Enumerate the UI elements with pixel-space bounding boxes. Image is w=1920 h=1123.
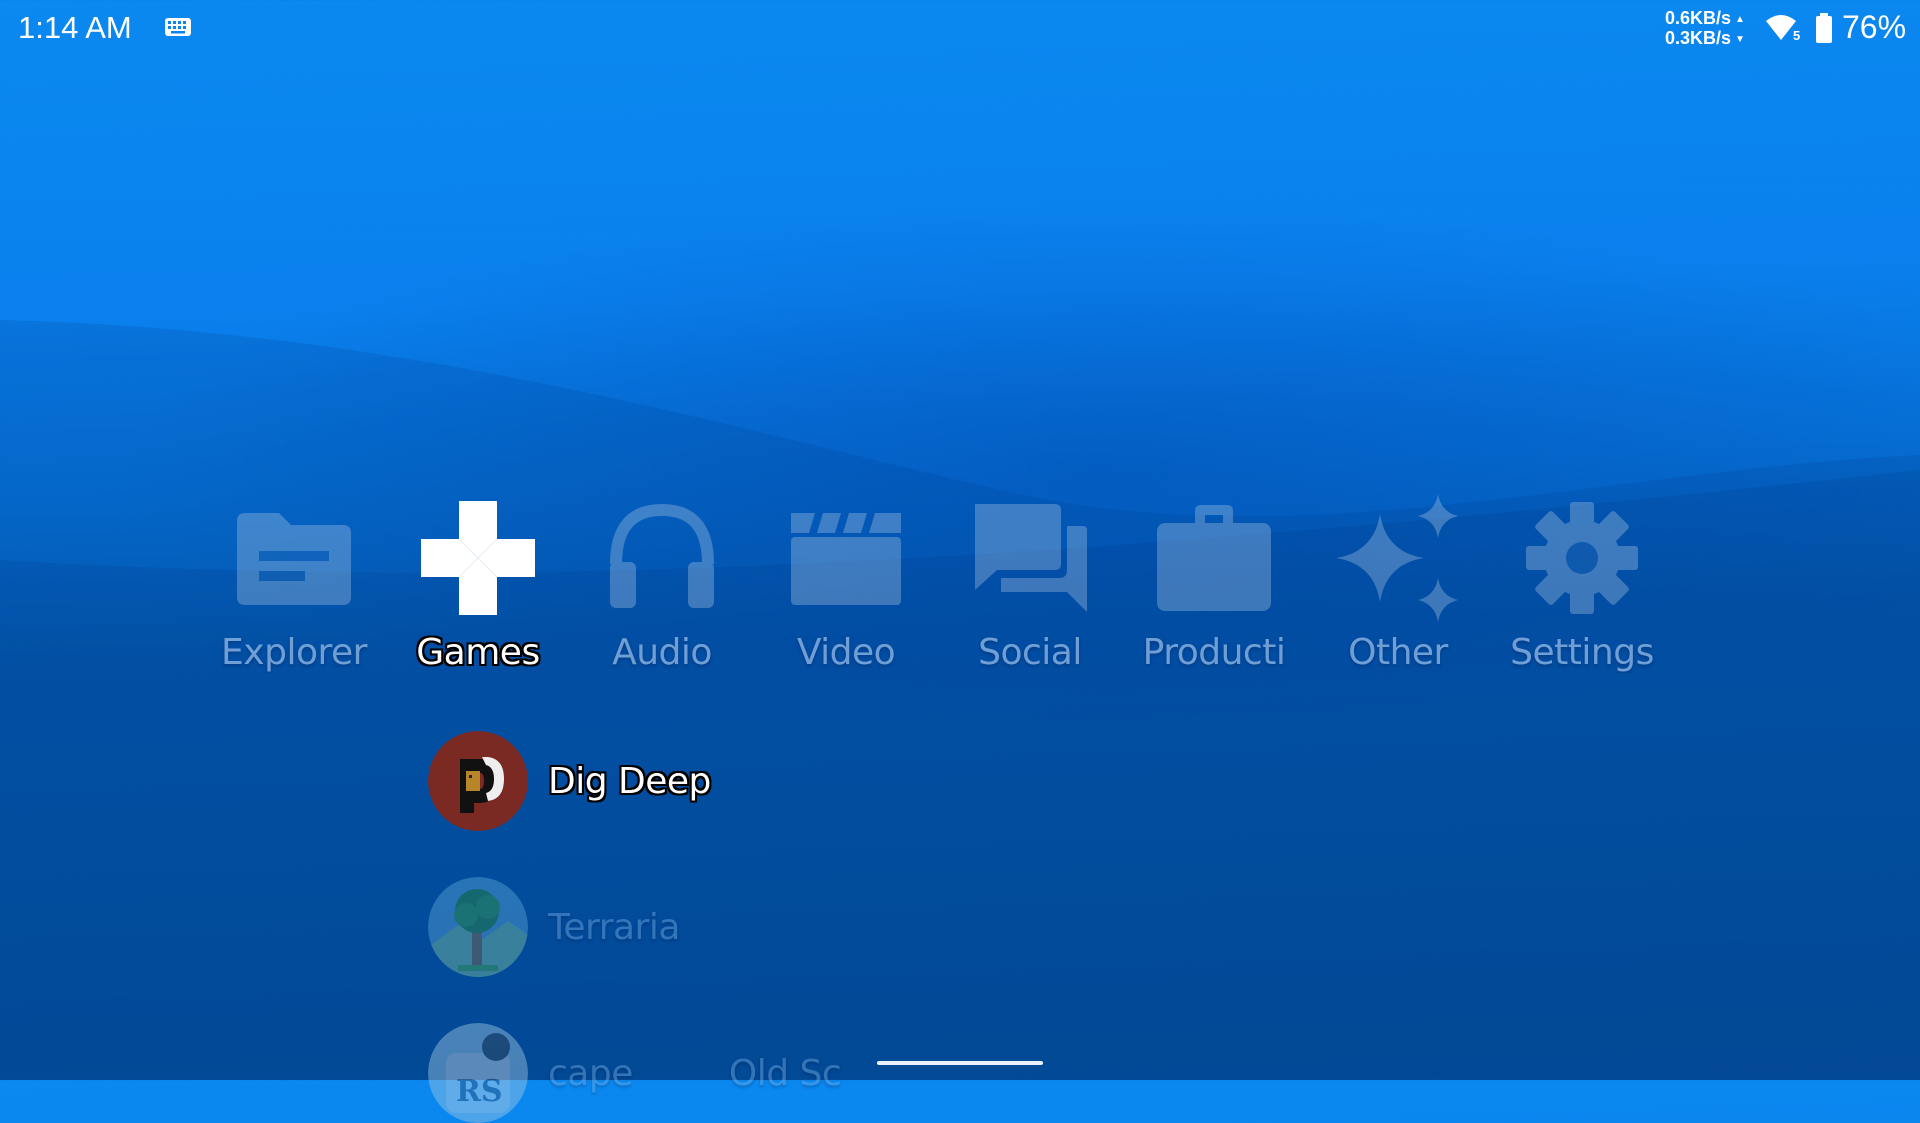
gear-icon [1526,502,1638,614]
up-arrow-icon: ▲ [1735,13,1745,25]
category-label: Social [978,632,1082,673]
wifi-band-label: 5 [1793,28,1800,43]
battery-percent: 76% [1842,9,1907,45]
folder-icon [237,513,351,605]
terraria-app-icon [428,877,528,977]
keyboard-icon [165,18,191,36]
game-name-part: cape [548,1052,633,1094]
category-settings[interactable]: Settings [1490,496,1674,673]
category-label: Producti [1142,632,1286,673]
category-label: Video [796,632,896,673]
runescape-app-icon: RS [428,1023,528,1123]
net-down-value: 0.3KB/s [1665,27,1732,48]
category-label: Audio [612,632,712,673]
category-explorer[interactable]: Explorer [202,496,386,673]
network-speed: 0.6KB/s ▲ 0.3KB/s ▼ [1665,9,1745,49]
category-productivity[interactable]: Producti [1122,496,1306,673]
category-games[interactable]: Games [386,496,570,673]
category-label: Settings [1510,632,1654,673]
category-audio[interactable]: Audio [570,496,754,673]
sparkles-icon [1336,494,1458,622]
category-label: Explorer [221,632,367,673]
game-item-terraria[interactable]: Terraria [428,877,680,977]
game-item-runescape[interactable]: RS cape Old Sc [428,1023,842,1123]
chat-icon [975,504,1087,612]
wifi-icon: 5 [1766,15,1800,43]
category-video[interactable]: Video [754,496,938,673]
category-other[interactable]: Other [1306,494,1490,673]
status-bar: 1:14 AM 0.6KB/s ▲ 0.3KB/s ▼ 5 76% [0,0,1920,56]
game-item-dig-deep[interactable]: Dig Deep [428,731,711,831]
gamepad-icon [421,501,535,615]
dig-deep-app-icon [428,731,528,831]
category-social[interactable]: Social [938,496,1122,673]
briefcase-icon [1157,505,1271,611]
clock: 1:14 AM [18,10,132,45]
game-name: Dig Deep [548,760,711,802]
headphones-icon [610,504,714,608]
net-up-value: 0.6KB/s [1665,8,1732,28]
down-arrow-icon: ▼ [1735,33,1745,45]
game-name: cape Old Sc [548,1052,842,1094]
category-label: Other [1348,632,1448,673]
clapperboard-icon [791,513,901,605]
category-label: Games [416,632,540,673]
game-name-overlay: Old Sc [728,1052,842,1094]
game-name: Terraria [548,906,680,948]
svg-text:RS: RS [456,1074,503,1109]
battery-icon [1816,13,1832,43]
home-indicator[interactable] [877,1061,1043,1065]
